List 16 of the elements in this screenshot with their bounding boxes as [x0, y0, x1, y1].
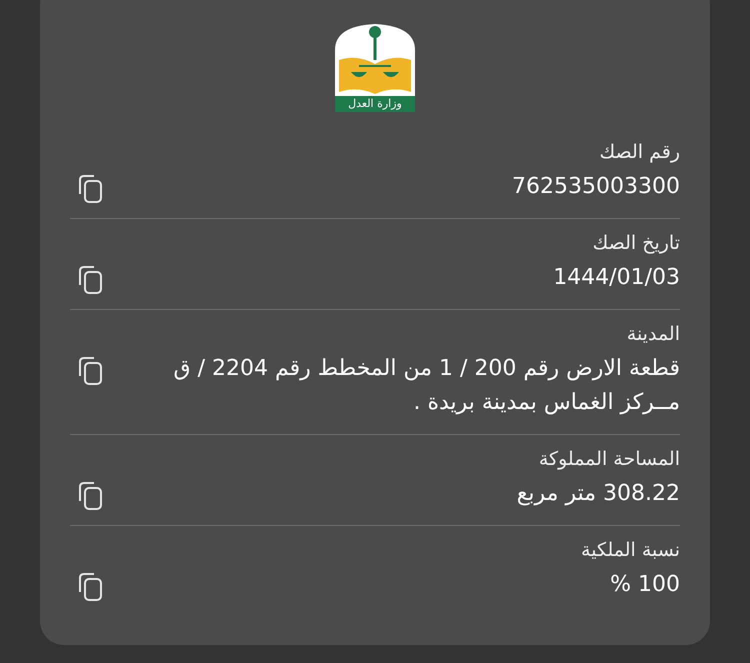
copy-icon[interactable] [78, 265, 104, 295]
copy-icon[interactable] [78, 174, 104, 204]
logo-banner: وزارة العدل [335, 96, 415, 112]
copy-icon[interactable] [78, 572, 104, 602]
field-value: 1444/01/03 [553, 264, 680, 292]
field-value: 762535003300 [512, 173, 680, 201]
field-label: المدينة [626, 322, 680, 347]
field-value: 100 % [610, 571, 680, 599]
field-label: نسبة الملكية [581, 538, 680, 563]
field-label: رقم الصك [600, 140, 680, 165]
copy-icon[interactable] [78, 356, 104, 386]
field-label: تاريخ الصك [592, 231, 680, 256]
field-value: 308.22 متر مربع [516, 480, 680, 508]
copy-icon[interactable] [78, 481, 104, 511]
field-label: المساحة المملوكة [538, 447, 680, 472]
field-value: قطعة الارض رقم 200 / 1 من المخطط رقم 2204 / ق مــركز الغماس بمدينة بريدة . [172, 355, 680, 417]
